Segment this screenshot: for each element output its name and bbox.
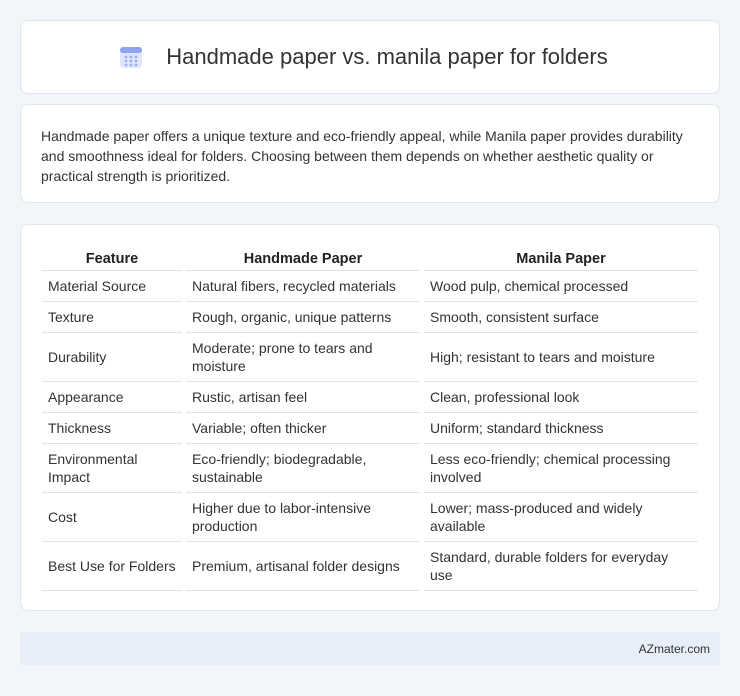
table-row: Cost Higher due to labor-intensive produ… xyxy=(42,492,698,542)
table-cell: Lower; mass-produced and widely availabl… xyxy=(420,492,698,542)
table-row: Material Source Natural fibers, recycled… xyxy=(42,270,698,302)
table-cell: Material Source xyxy=(42,270,184,302)
table-cell: Appearance xyxy=(42,381,184,413)
table-cell: Environmental Impact xyxy=(42,443,184,493)
table-cell: Rustic, artisan feel xyxy=(182,381,422,413)
table-cell: Rough, organic, unique patterns xyxy=(182,301,422,333)
table-cell: Less eco-friendly; chemical processing i… xyxy=(420,443,698,493)
table-row: Best Use for Folders Premium, artisanal … xyxy=(42,541,698,591)
table-cell: Eco-friendly; biodegradable, sustainable xyxy=(182,443,422,493)
table-row: Durability Moderate; prone to tears and … xyxy=(42,332,698,382)
comparison-table-card: Feature Handmade Paper Manila Paper Mate… xyxy=(20,224,720,611)
table-row: Texture Rough, organic, unique patterns … xyxy=(42,301,698,333)
table-cell: Variable; often thicker xyxy=(182,412,422,444)
table-cell: Smooth, consistent surface xyxy=(420,301,698,333)
table-cell: High; resistant to tears and moisture xyxy=(420,332,698,382)
intro-card: Handmade paper offers a unique texture a… xyxy=(20,104,720,203)
calendar-icon xyxy=(118,44,144,70)
column-header: Feature xyxy=(42,245,184,271)
intro-text: Handmade paper offers a unique texture a… xyxy=(41,128,683,184)
column-header: Manila Paper xyxy=(420,245,698,271)
table-cell: Durability xyxy=(42,332,184,382)
table-cell: Clean, professional look xyxy=(420,381,698,413)
table-row: Thickness Variable; often thicker Unifor… xyxy=(42,412,698,444)
footer: AZmater.com xyxy=(20,632,720,665)
table-cell: Higher due to labor-intensive production xyxy=(182,492,422,542)
table-cell: Texture xyxy=(42,301,184,333)
footer-site-name: AZmater.com xyxy=(638,641,710,656)
title-card: Handmade paper vs. manila paper for fold… xyxy=(20,20,720,94)
table-cell: Premium, artisanal folder designs xyxy=(182,541,422,591)
table-cell: Natural fibers, recycled materials xyxy=(182,270,422,302)
table-cell: Moderate; prone to tears and moisture xyxy=(182,332,422,382)
page-title: Handmade paper vs. manila paper for fold… xyxy=(166,44,608,69)
table-cell: Standard, durable folders for everyday u… xyxy=(420,541,698,591)
table-cell: Wood pulp, chemical processed xyxy=(420,270,698,302)
table-cell: Cost xyxy=(42,492,184,542)
column-header: Handmade Paper xyxy=(182,245,422,271)
table-cell: Uniform; standard thickness xyxy=(420,412,698,444)
table-cell: Best Use for Folders xyxy=(42,541,184,591)
table-row: Appearance Rustic, artisan feel Clean, p… xyxy=(42,381,698,413)
table-row: Environmental Impact Eco-friendly; biode… xyxy=(42,443,698,493)
comparison-table: Feature Handmade Paper Manila Paper Mate… xyxy=(42,245,698,591)
table-cell: Thickness xyxy=(42,412,184,444)
table-header-row: Feature Handmade Paper Manila Paper xyxy=(42,245,698,271)
